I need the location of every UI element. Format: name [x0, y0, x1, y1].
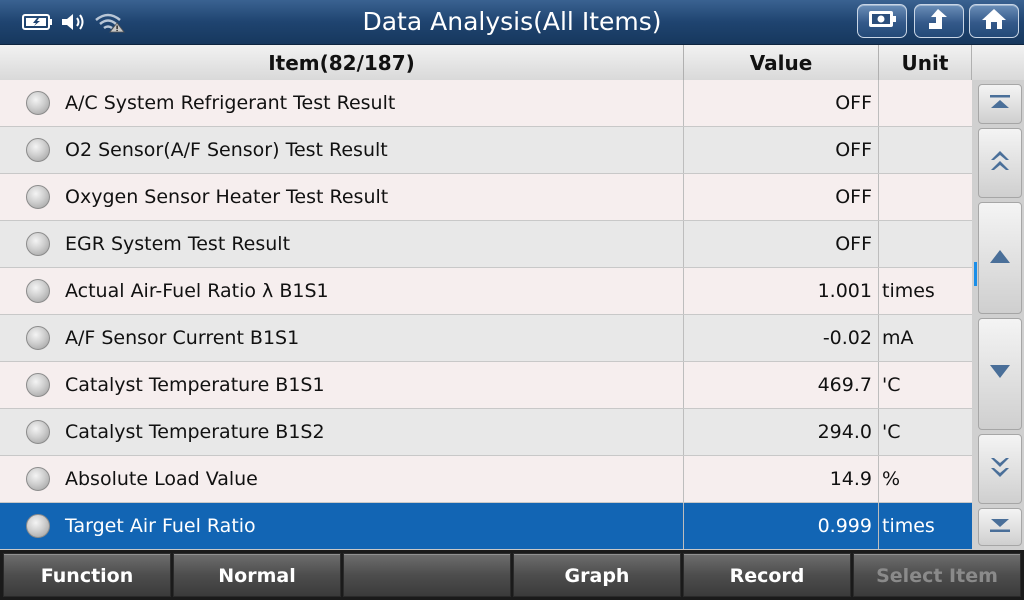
row-radio[interactable]	[26, 91, 50, 115]
row-radio[interactable]	[26, 373, 50, 397]
row-radio[interactable]	[26, 467, 50, 491]
double-chevron-up-icon	[988, 148, 1012, 178]
row-value: OFF	[684, 80, 879, 126]
bottom-toolbar: Function Normal Graph Record Select Item	[0, 550, 1024, 600]
row-radio[interactable]	[26, 185, 50, 209]
table-row[interactable]: Catalyst Temperature B1S1 469.7 'C	[0, 362, 972, 409]
row-label: O2 Sensor(A/F Sensor) Test Result	[65, 139, 388, 161]
screenshot-button[interactable]	[857, 4, 907, 38]
graph-button[interactable]: Graph	[513, 553, 681, 597]
column-header-item: Item(82/187)	[0, 45, 684, 80]
page-down-button[interactable]	[978, 434, 1022, 504]
column-header-value: Value	[684, 45, 879, 80]
table-row[interactable]: Actual Air-Fuel Ratio λ B1S1 1.001 times	[0, 268, 972, 315]
home-button[interactable]	[969, 4, 1019, 38]
scroll-down-button[interactable]	[978, 318, 1022, 430]
record-button[interactable]: Record	[683, 553, 851, 597]
table-row[interactable]: A/F Sensor Current B1S1 -0.02 mA	[0, 315, 972, 362]
row-label: Catalyst Temperature B1S2	[65, 421, 325, 443]
row-value: 1.001	[684, 268, 879, 314]
row-radio[interactable]	[26, 326, 50, 350]
table-header: Item(82/187) Value Unit	[0, 45, 1024, 81]
row-label: EGR System Test Result	[65, 233, 291, 255]
row-label: Actual Air-Fuel Ratio λ B1S1	[65, 280, 329, 302]
table-row[interactable]: EGR System Test Result OFF	[0, 221, 972, 268]
function-button[interactable]: Function	[3, 553, 171, 597]
table-row[interactable]: O2 Sensor(A/F Sensor) Test Result OFF	[0, 127, 972, 174]
triangle-down-icon	[989, 364, 1011, 384]
back-button[interactable]	[914, 4, 964, 38]
row-unit	[879, 127, 972, 173]
row-radio[interactable]	[26, 420, 50, 444]
row-unit: times	[879, 268, 972, 314]
page-up-button[interactable]	[978, 128, 1022, 198]
row-value: 294.0	[684, 409, 879, 455]
row-unit: times	[879, 503, 972, 549]
data-list: A/C System Refrigerant Test Result OFF O…	[0, 80, 972, 550]
row-unit: 'C	[879, 362, 972, 408]
row-label: Catalyst Temperature B1S1	[65, 374, 325, 396]
scroll-top-button[interactable]	[978, 84, 1022, 124]
table-row[interactable]: Oxygen Sensor Heater Test Result OFF	[0, 174, 972, 221]
row-value: 14.9	[684, 456, 879, 502]
column-header-unit: Unit	[879, 45, 972, 80]
back-icon	[924, 7, 954, 35]
select-item-button[interactable]: Select Item	[853, 553, 1021, 597]
screenshot-icon	[867, 8, 897, 34]
row-unit	[879, 174, 972, 220]
triangle-up-icon	[989, 248, 1011, 268]
row-value: OFF	[684, 127, 879, 173]
scroll-bottom-button[interactable]	[978, 508, 1022, 546]
row-unit	[879, 80, 972, 126]
row-label: A/F Sensor Current B1S1	[65, 327, 300, 349]
row-value: -0.02	[684, 315, 879, 361]
table-row[interactable]: Catalyst Temperature B1S2 294.0 'C	[0, 409, 972, 456]
table-row[interactable]: Absolute Load Value 14.9 %	[0, 456, 972, 503]
row-unit: 'C	[879, 409, 972, 455]
row-label: A/C System Refrigerant Test Result	[65, 92, 396, 114]
row-unit	[879, 221, 972, 267]
row-unit: mA	[879, 315, 972, 361]
normal-button[interactable]: Normal	[173, 553, 341, 597]
scroll-position-indicator	[974, 262, 977, 286]
home-icon	[980, 7, 1008, 35]
empty-button	[343, 553, 511, 597]
title-bar: Data Analysis(All Items)	[0, 0, 1024, 45]
row-label: Oxygen Sensor Heater Test Result	[65, 186, 389, 208]
row-value: 469.7	[684, 362, 879, 408]
row-value: OFF	[684, 221, 879, 267]
scroll-bottom-icon	[988, 516, 1012, 538]
table-row[interactable]: A/C System Refrigerant Test Result OFF	[0, 80, 972, 127]
row-label: Target Air Fuel Ratio	[65, 515, 256, 537]
scroll-up-button[interactable]	[978, 202, 1022, 314]
row-radio[interactable]	[26, 138, 50, 162]
scroll-panel	[972, 80, 1024, 550]
table-row-selected[interactable]: Target Air Fuel Ratio 0.999 times	[0, 503, 972, 550]
scroll-top-icon	[988, 93, 1012, 115]
row-radio[interactable]	[26, 232, 50, 256]
row-radio[interactable]	[26, 279, 50, 303]
double-chevron-down-icon	[988, 454, 1012, 484]
row-value: OFF	[684, 174, 879, 220]
column-header-spacer	[972, 45, 1024, 80]
row-unit: %	[879, 456, 972, 502]
row-label: Absolute Load Value	[65, 468, 258, 490]
row-value: 0.999	[684, 503, 879, 549]
row-radio[interactable]	[26, 514, 50, 538]
